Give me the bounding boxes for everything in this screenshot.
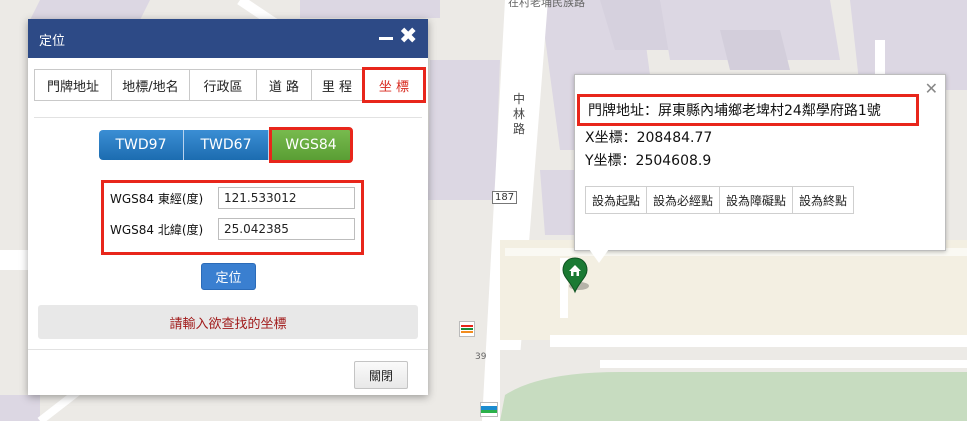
tab-district[interactable]: 行政區 [189,69,257,101]
longitude-label: WGS84 東經(度) [110,191,204,206]
dialog-header[interactable]: 定位 ✖ [28,19,428,58]
tab-milepost[interactable]: 里 程 [311,69,363,101]
longitude-input[interactable] [218,187,355,209]
set-end-button[interactable]: 設為終點 [792,186,855,214]
tab-landmark[interactable]: 地標/地名 [111,69,190,101]
minimize-icon[interactable] [379,37,393,40]
locate-button[interactable]: 定位 [201,263,256,290]
coordinate-input-group: WGS84 東經(度) WGS84 北緯(度) [101,180,364,255]
latitude-input[interactable] [218,218,355,240]
tab-road[interactable]: 道 路 [256,69,312,101]
close-button[interactable]: 關閉 [354,361,408,389]
road-label-zhonglin: 中林路 [512,92,525,136]
coordinate-system-switch: TWD97 TWD67 WGS84 [99,127,353,163]
tab-coordinates[interactable]: 坐 標 [362,67,426,103]
twd67-button[interactable]: TWD67 [184,130,269,160]
road-number-label: 39 [475,352,487,362]
address-line: 門牌地址：屏東縣內埔鄉老埤村24鄰學府路1號 [577,94,919,126]
7-eleven-icon[interactable] [459,321,475,337]
divider [34,117,422,118]
message-bar: 請輸入欲查找的坐標 [38,305,418,339]
wgs84-button[interactable]: WGS84 [269,127,353,163]
twd97-button[interactable]: TWD97 [99,130,184,160]
locate-dialog: 定位 ✖ 門牌地址 地標/地名 行政區 道 路 里 程 坐 標 TWD97 TW… [28,19,428,395]
street-label-top: 在村老埔民族路 [508,0,585,9]
popup-tail [589,249,609,263]
house-marker-icon[interactable] [561,256,589,294]
divider [28,349,428,350]
route-shield-187: 187 [492,191,518,204]
set-start-button[interactable]: 設為起點 [585,186,648,214]
familymart-icon[interactable] [480,402,498,417]
set-waypoint-button[interactable]: 設為必經點 [646,186,721,214]
location-popup: ✕ 門牌地址：屏東縣內埔鄉老埤村24鄰學府路1號 X坐標：208484.77 Y… [574,74,946,263]
y-coordinate-line: Y坐標：2504608.9 [585,153,712,169]
latitude-label: WGS84 北緯(度) [110,222,204,237]
close-icon[interactable]: ✕ [925,79,938,98]
dialog-title: 定位 [39,34,66,49]
set-obstacle-button[interactable]: 設為障礙點 [719,186,794,214]
x-coordinate-line: X坐標：208484.77 [585,130,713,146]
tab-address[interactable]: 門牌地址 [34,69,112,101]
close-icon[interactable]: ✖ [399,26,417,48]
tab-bar: 門牌地址 地標/地名 行政區 道 路 里 程 坐 標 [34,67,426,103]
